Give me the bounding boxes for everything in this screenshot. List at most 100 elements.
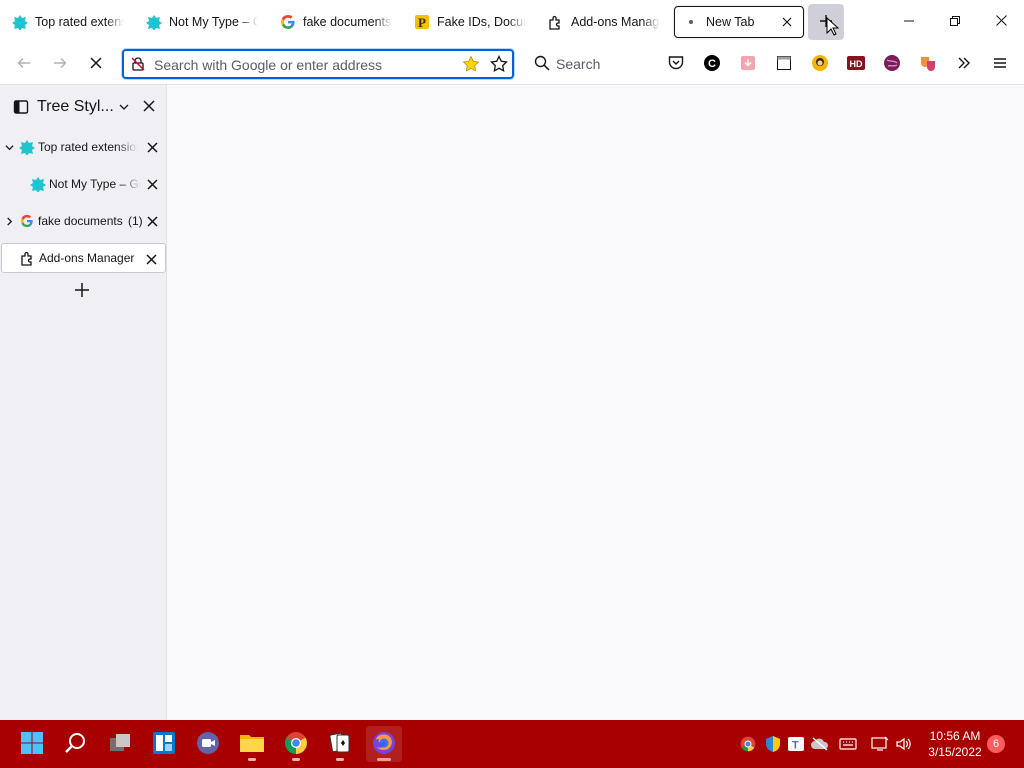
c-circle-icon: C (703, 54, 721, 75)
tray-security-shield-icon[interactable] (763, 734, 783, 754)
tree-item-addons-manager[interactable]: Add-ons Manager (1, 243, 166, 273)
firefox-button[interactable] (366, 726, 402, 762)
firefox-icon (372, 731, 396, 758)
new-tab-tree-button[interactable] (72, 281, 92, 301)
tray-teams-icon[interactable]: T (786, 734, 806, 754)
search-icon (534, 55, 550, 74)
tree-item-fake-documents[interactable]: fake documents (1) (4, 206, 166, 236)
tray-chrome-icon[interactable] (738, 734, 758, 754)
task-view-button[interactable] (102, 726, 138, 762)
pocket-button[interactable] (666, 54, 686, 74)
chevron-down-icon[interactable] (118, 101, 130, 116)
tray-volume-icon[interactable] (894, 734, 914, 754)
tab-new-tab[interactable]: New Tab (674, 6, 804, 38)
restore-button[interactable] (932, 0, 978, 44)
chrome-icon (284, 731, 308, 758)
sidebar-header: Tree Styl... (0, 85, 167, 129)
extension-avatar-button[interactable] (810, 54, 830, 74)
tray-onedrive-offline-icon[interactable] (810, 734, 830, 754)
tab-title: Not My Type – Get (169, 15, 258, 29)
close-icon[interactable] (143, 251, 159, 267)
close-window-button[interactable] (978, 0, 1024, 44)
extension-download-button[interactable] (738, 54, 758, 74)
mouse-cursor-icon (826, 16, 840, 40)
connection-not-secure-icon (130, 56, 146, 75)
tab-not-my-type[interactable]: Not My Type – Get (138, 6, 266, 38)
tree-item-title: Not My Type – Get (49, 177, 141, 191)
clock-time: 10:56 AM (929, 729, 981, 743)
tray-keyboard-icon[interactable] (838, 734, 858, 754)
new-tab-button[interactable] (808, 4, 844, 40)
puzzle-star-icon (12, 14, 28, 30)
arrow-right-icon (52, 55, 68, 74)
tab-fake-documents[interactable]: fake documents (272, 6, 400, 38)
close-icon[interactable] (144, 176, 160, 192)
start-button[interactable] (14, 726, 50, 762)
app-menu-button[interactable] (990, 54, 1010, 74)
notification-badge[interactable]: 6 (987, 735, 1005, 753)
loading-dot-icon (683, 14, 699, 30)
close-icon[interactable] (144, 139, 160, 155)
puzzle-star-icon (146, 14, 162, 30)
double-chevron-right-icon (956, 55, 972, 74)
stop-button[interactable] (82, 50, 110, 78)
sidebar-tabs-icon (13, 99, 29, 118)
close-tab-icon[interactable] (779, 14, 795, 30)
close-sidebar-icon[interactable] (142, 99, 156, 116)
clock-date: 3/15/2022 (928, 745, 982, 759)
tree-style-tab-sidebar: Tree Styl... Top rated extensions Not My… (0, 85, 167, 720)
close-icon[interactable] (144, 213, 160, 229)
solitaire-button[interactable] (322, 726, 358, 762)
windows-taskbar: T 10:56 AM 3/15/2022 6 (0, 720, 1024, 768)
plus-icon (74, 282, 90, 301)
tree-item-not-my-type[interactable]: Not My Type – Get (30, 169, 166, 199)
navigation-toolbar: Search C HD (0, 44, 1024, 85)
page-content-blank[interactable] (167, 85, 1024, 720)
extension-globe-button[interactable] (882, 54, 902, 74)
chevron-right-icon[interactable] (4, 216, 14, 226)
widgets-button[interactable] (146, 726, 182, 762)
star-filled-icon[interactable] (462, 55, 480, 76)
teams-chat-button[interactable] (190, 726, 226, 762)
tab-strip: Top rated extensions Not My Type – Get f… (0, 0, 1024, 44)
tray-network-icon[interactable] (870, 734, 890, 754)
forward-button[interactable] (46, 50, 74, 78)
chrome-button[interactable] (278, 726, 314, 762)
minimize-button[interactable] (886, 0, 932, 44)
tree-item-title: Add-ons Manager (39, 251, 135, 265)
search-box[interactable]: Search (524, 50, 652, 78)
bookmark-star-icon[interactable] (490, 54, 508, 76)
extension-hd-button[interactable]: HD (846, 54, 866, 74)
svg-text:T: T (792, 740, 799, 752)
url-input[interactable] (154, 55, 454, 75)
extension-theater-button[interactable] (918, 54, 938, 74)
running-indicator (248, 758, 256, 761)
hd-badge-icon: HD (847, 55, 865, 73)
tab-title: Top rated extensions (35, 15, 124, 29)
tab-fake-ids[interactable]: P Fake IDs, Documents (406, 6, 534, 38)
stop-x-icon (89, 56, 103, 73)
tab-addons-manager[interactable]: Add-ons Manager (540, 6, 668, 38)
overflow-menu-button[interactable] (954, 54, 974, 74)
extension-reader-button[interactable] (774, 54, 794, 74)
person-avatar-icon (811, 54, 829, 75)
tab-top-rated-extensions[interactable]: Top rated extensions (4, 6, 132, 38)
file-explorer-button[interactable] (234, 726, 270, 762)
tree-item-title: Top rated extensions (38, 140, 138, 154)
taskbar-clock[interactable]: 10:56 AM 3/15/2022 (924, 728, 986, 760)
tree-item-top-rated[interactable]: Top rated extensions (4, 132, 166, 162)
url-bar[interactable] (122, 49, 514, 79)
chevron-down-icon[interactable] (4, 142, 14, 152)
back-button[interactable] (10, 50, 38, 78)
page-icon (776, 55, 792, 74)
active-indicator (377, 758, 391, 761)
svg-text:P: P (418, 15, 426, 30)
folder-icon (239, 731, 265, 758)
hamburger-menu-icon (992, 55, 1008, 74)
search-box-label: Search (556, 56, 601, 72)
puzzle-star-icon (30, 176, 46, 192)
taskbar-search-button[interactable] (58, 726, 94, 762)
extension-c-button[interactable]: C (702, 54, 722, 74)
sidebar-title[interactable]: Tree Styl... (37, 98, 114, 116)
google-g-icon (19, 213, 35, 229)
